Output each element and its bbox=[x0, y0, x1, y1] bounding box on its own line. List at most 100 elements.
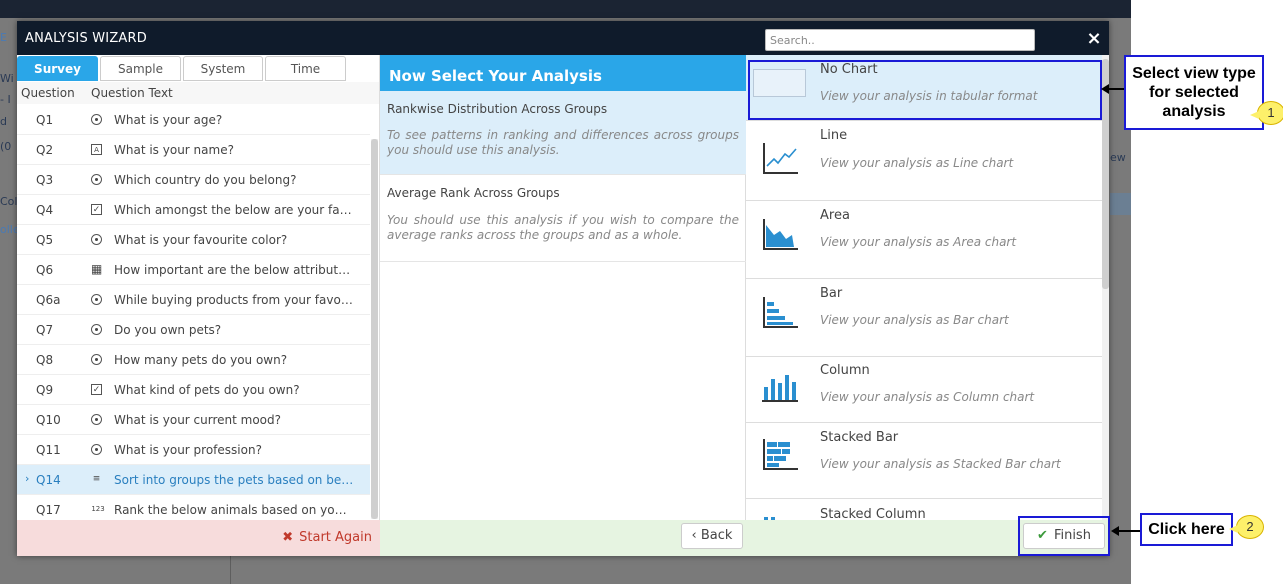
question-row[interactable]: Q9 ✓ What kind of pets do you own? bbox=[17, 375, 370, 405]
question-row[interactable]: Q8 How many pets do you own? bbox=[17, 345, 370, 375]
callout-select-view-type: Select view type for selected analysis bbox=[1124, 55, 1264, 130]
background-strip bbox=[1110, 193, 1131, 215]
column-header-question: Question bbox=[21, 86, 75, 100]
question-row[interactable]: Q4 ✓ Which amongst the below are your fav.… bbox=[17, 195, 370, 225]
chart-option-desc: View your analysis as Bar chart bbox=[820, 313, 1009, 327]
question-id: Q9 bbox=[36, 383, 54, 397]
callout-click-here: Click here bbox=[1140, 513, 1233, 546]
question-row[interactable]: › Q14 ≡ Sort into groups the pets based on … bbox=[17, 465, 370, 495]
stacked-bar-chart-icon bbox=[763, 439, 798, 470]
chart-option-line[interactable]: Line View your analysis as Line chart bbox=[746, 121, 1102, 201]
modal-header: ANALYSIS WIZARD × bbox=[17, 21, 1109, 55]
question-row[interactable]: Q17 123 Rank the below animals based on yo… bbox=[17, 495, 370, 520]
tab-survey[interactable]: Survey bbox=[17, 56, 98, 81]
chart-option-name: Bar bbox=[820, 286, 843, 301]
back-button[interactable]: ‹ Back bbox=[681, 523, 743, 549]
radio-icon bbox=[91, 234, 102, 245]
question-list-scrollbar[interactable] bbox=[371, 139, 378, 519]
start-again-button[interactable]: ✖ Start Again bbox=[282, 530, 372, 545]
analysis-item-desc: You should use this analysis if you wish… bbox=[387, 213, 739, 242]
question-text: What is your current mood? bbox=[114, 413, 282, 427]
question-text: How many pets do you own? bbox=[114, 353, 288, 367]
question-id: Q10 bbox=[36, 413, 61, 427]
chart-option-column[interactable]: Column View your analysis as Column char… bbox=[746, 357, 1102, 423]
close-icon[interactable]: × bbox=[1085, 30, 1103, 48]
chart-option-name: Stacked Bar bbox=[820, 430, 899, 445]
question-row[interactable]: Q7 Do you own pets? bbox=[17, 315, 370, 345]
background-fragment: - I bbox=[0, 93, 11, 106]
chart-option-bar[interactable]: Bar View your analysis as Bar chart bbox=[746, 279, 1102, 357]
close-x-icon: ✖ bbox=[282, 530, 294, 545]
question-text: What is your name? bbox=[114, 143, 234, 157]
question-id: Q7 bbox=[36, 323, 54, 337]
tab-time[interactable]: Time bbox=[265, 56, 346, 81]
arrow-line bbox=[1118, 530, 1140, 532]
analysis-item-title: Average Rank Across Groups bbox=[387, 186, 560, 200]
analysis-item-average-rank[interactable]: Average Rank Across Groups You should us… bbox=[380, 175, 746, 262]
background-divider bbox=[230, 556, 231, 584]
chart-option-name: Stacked Column bbox=[820, 507, 926, 520]
scrollbar-thumb[interactable] bbox=[371, 139, 378, 519]
radio-icon bbox=[91, 294, 102, 305]
question-text: What is your profession? bbox=[114, 443, 262, 457]
checkbox-icon: ✓ bbox=[91, 204, 102, 215]
radio-icon bbox=[91, 354, 102, 365]
chart-option-desc: View your analysis as Column chart bbox=[820, 390, 1035, 404]
chart-option-area[interactable]: Area View your analysis as Area chart bbox=[746, 201, 1102, 279]
question-id: Q6 bbox=[36, 263, 54, 277]
chart-option-name: Column bbox=[820, 363, 870, 378]
question-text: What is your favourite color? bbox=[114, 233, 288, 247]
question-id: Q2 bbox=[36, 143, 54, 157]
question-text: Rank the below animals based on your ... bbox=[114, 503, 354, 517]
question-row[interactable]: Q2 A What is your name? bbox=[17, 135, 370, 165]
question-id: Q8 bbox=[36, 353, 54, 367]
background-topbar bbox=[0, 0, 1131, 18]
analysis-item-title: Rankwise Distribution Across Groups bbox=[387, 102, 608, 116]
step-badge-2: 2 bbox=[1229, 515, 1264, 539]
question-row[interactable]: Q5 What is your favourite color? bbox=[17, 225, 370, 255]
tab-sample[interactable]: Sample bbox=[100, 56, 181, 81]
chart-type-panel: No Chart View your analysis in tabular f… bbox=[746, 55, 1102, 520]
chevron-left-icon: ‹ bbox=[691, 528, 701, 543]
question-text: What is your age? bbox=[114, 113, 223, 127]
question-id: Q6a bbox=[36, 293, 61, 307]
question-text: How important are the below attributes..… bbox=[114, 263, 354, 277]
question-row[interactable]: Q11 What is your profession? bbox=[17, 435, 370, 465]
background-fragment: ew bbox=[1110, 151, 1126, 164]
question-row[interactable]: Q6 ▦ How important are the below attribute… bbox=[17, 255, 370, 285]
question-row[interactable]: Q1 What is your age? bbox=[17, 105, 370, 135]
sort-icon: ≡ bbox=[92, 474, 101, 484]
analysis-item-rankwise-distribution[interactable]: Rankwise Distribution Across Groups To s… bbox=[380, 91, 746, 175]
question-text: Which amongst the below are your fav... bbox=[114, 203, 354, 217]
background-fragment: d bbox=[0, 115, 7, 128]
question-id: Q14 bbox=[36, 473, 61, 487]
stacked-column-chart-icon bbox=[764, 517, 775, 520]
chart-list-scrollbar[interactable] bbox=[1102, 55, 1109, 520]
line-chart-icon bbox=[763, 143, 798, 174]
chart-option-stacked-bar[interactable]: Stacked Bar View your analysis as Stacke… bbox=[746, 423, 1102, 499]
question-row[interactable]: Q6a While buying products from your favou… bbox=[17, 285, 370, 315]
question-row[interactable]: Q3 Which country do you belong? bbox=[17, 165, 370, 195]
checkbox-icon: ✓ bbox=[91, 384, 102, 395]
start-again-label: Start Again bbox=[299, 530, 372, 545]
question-id: Q11 bbox=[36, 443, 61, 457]
radio-icon bbox=[91, 444, 102, 455]
analysis-item-desc: To see patterns in ranking and differenc… bbox=[387, 128, 739, 157]
analysis-panel: Now Select Your Analysis Rankwise Distri… bbox=[380, 55, 746, 520]
bar-chart-icon bbox=[763, 297, 798, 328]
chart-option-desc: View your analysis as Stacked Bar chart bbox=[820, 457, 1061, 471]
question-list: Q1 What is your age? Q2 A What is your name?… bbox=[17, 105, 370, 520]
question-id: Q1 bbox=[36, 113, 54, 127]
tab-system[interactable]: System bbox=[183, 56, 263, 81]
question-row[interactable]: Q10 What is your current mood? bbox=[17, 405, 370, 435]
tab-bar: Survey Sample System Time bbox=[17, 56, 379, 82]
radio-icon bbox=[91, 324, 102, 335]
background-fragment: E bbox=[0, 31, 7, 44]
column-header-question-text: Question Text bbox=[91, 86, 173, 100]
search-input[interactable] bbox=[765, 29, 1035, 51]
modal-title: ANALYSIS WIZARD bbox=[25, 31, 147, 46]
question-text: Do you own pets? bbox=[114, 323, 222, 337]
text-icon: A bbox=[91, 144, 102, 155]
chart-option-desc: View your analysis as Area chart bbox=[820, 235, 1017, 249]
arrow-line bbox=[1108, 88, 1124, 90]
